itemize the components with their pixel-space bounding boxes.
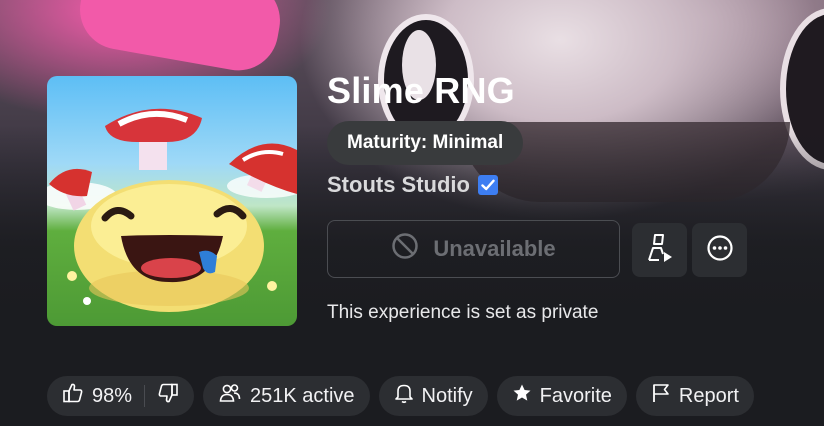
flag-icon: [651, 382, 671, 410]
favorite-button[interactable]: Favorite: [496, 376, 627, 416]
maturity-badge: Maturity: Minimal: [327, 121, 524, 165]
thumbs-down-icon[interactable]: [157, 382, 179, 410]
creator-name[interactable]: Stouts Studio: [327, 172, 470, 198]
more-options-button[interactable]: [692, 223, 747, 277]
play-button-label: Unavailable: [433, 236, 556, 261]
notify-label: Notify: [421, 384, 473, 407]
notify-button[interactable]: Notify: [378, 376, 488, 416]
private-status-text: This experience is set as private: [327, 302, 599, 323]
stats-bar: 98% 251K active Notify Favorite Report: [47, 376, 754, 416]
play-button-unavailable[interactable]: Unavailable: [327, 220, 620, 278]
rating-pill: 98%: [47, 376, 195, 416]
verified-badge-icon: [477, 175, 498, 195]
report-label: Report: [678, 384, 739, 407]
bell-icon: [394, 382, 414, 410]
rating-value: 98%: [92, 384, 133, 407]
prohibited-icon: [391, 232, 419, 266]
creator-link[interactable]: Stouts Studio: [327, 172, 498, 198]
people-icon: [218, 382, 242, 410]
party-play-icon: [645, 232, 675, 269]
game-thumbnail: [47, 76, 297, 326]
star-icon: [512, 383, 532, 409]
maturity-label: Maturity: Minimal: [347, 132, 504, 153]
more-options-icon: [706, 234, 734, 267]
active-count: 251K active: [250, 384, 355, 407]
party-play-button[interactable]: [632, 223, 687, 277]
report-button[interactable]: Report: [635, 376, 754, 416]
active-players-pill: 251K active: [203, 376, 370, 416]
background-art-shape: [73, 0, 287, 77]
game-title: Slime RNG: [327, 70, 515, 111]
divider: [144, 385, 146, 407]
thumbs-up-icon[interactable]: [62, 382, 84, 410]
favorite-label: Favorite: [539, 384, 612, 407]
